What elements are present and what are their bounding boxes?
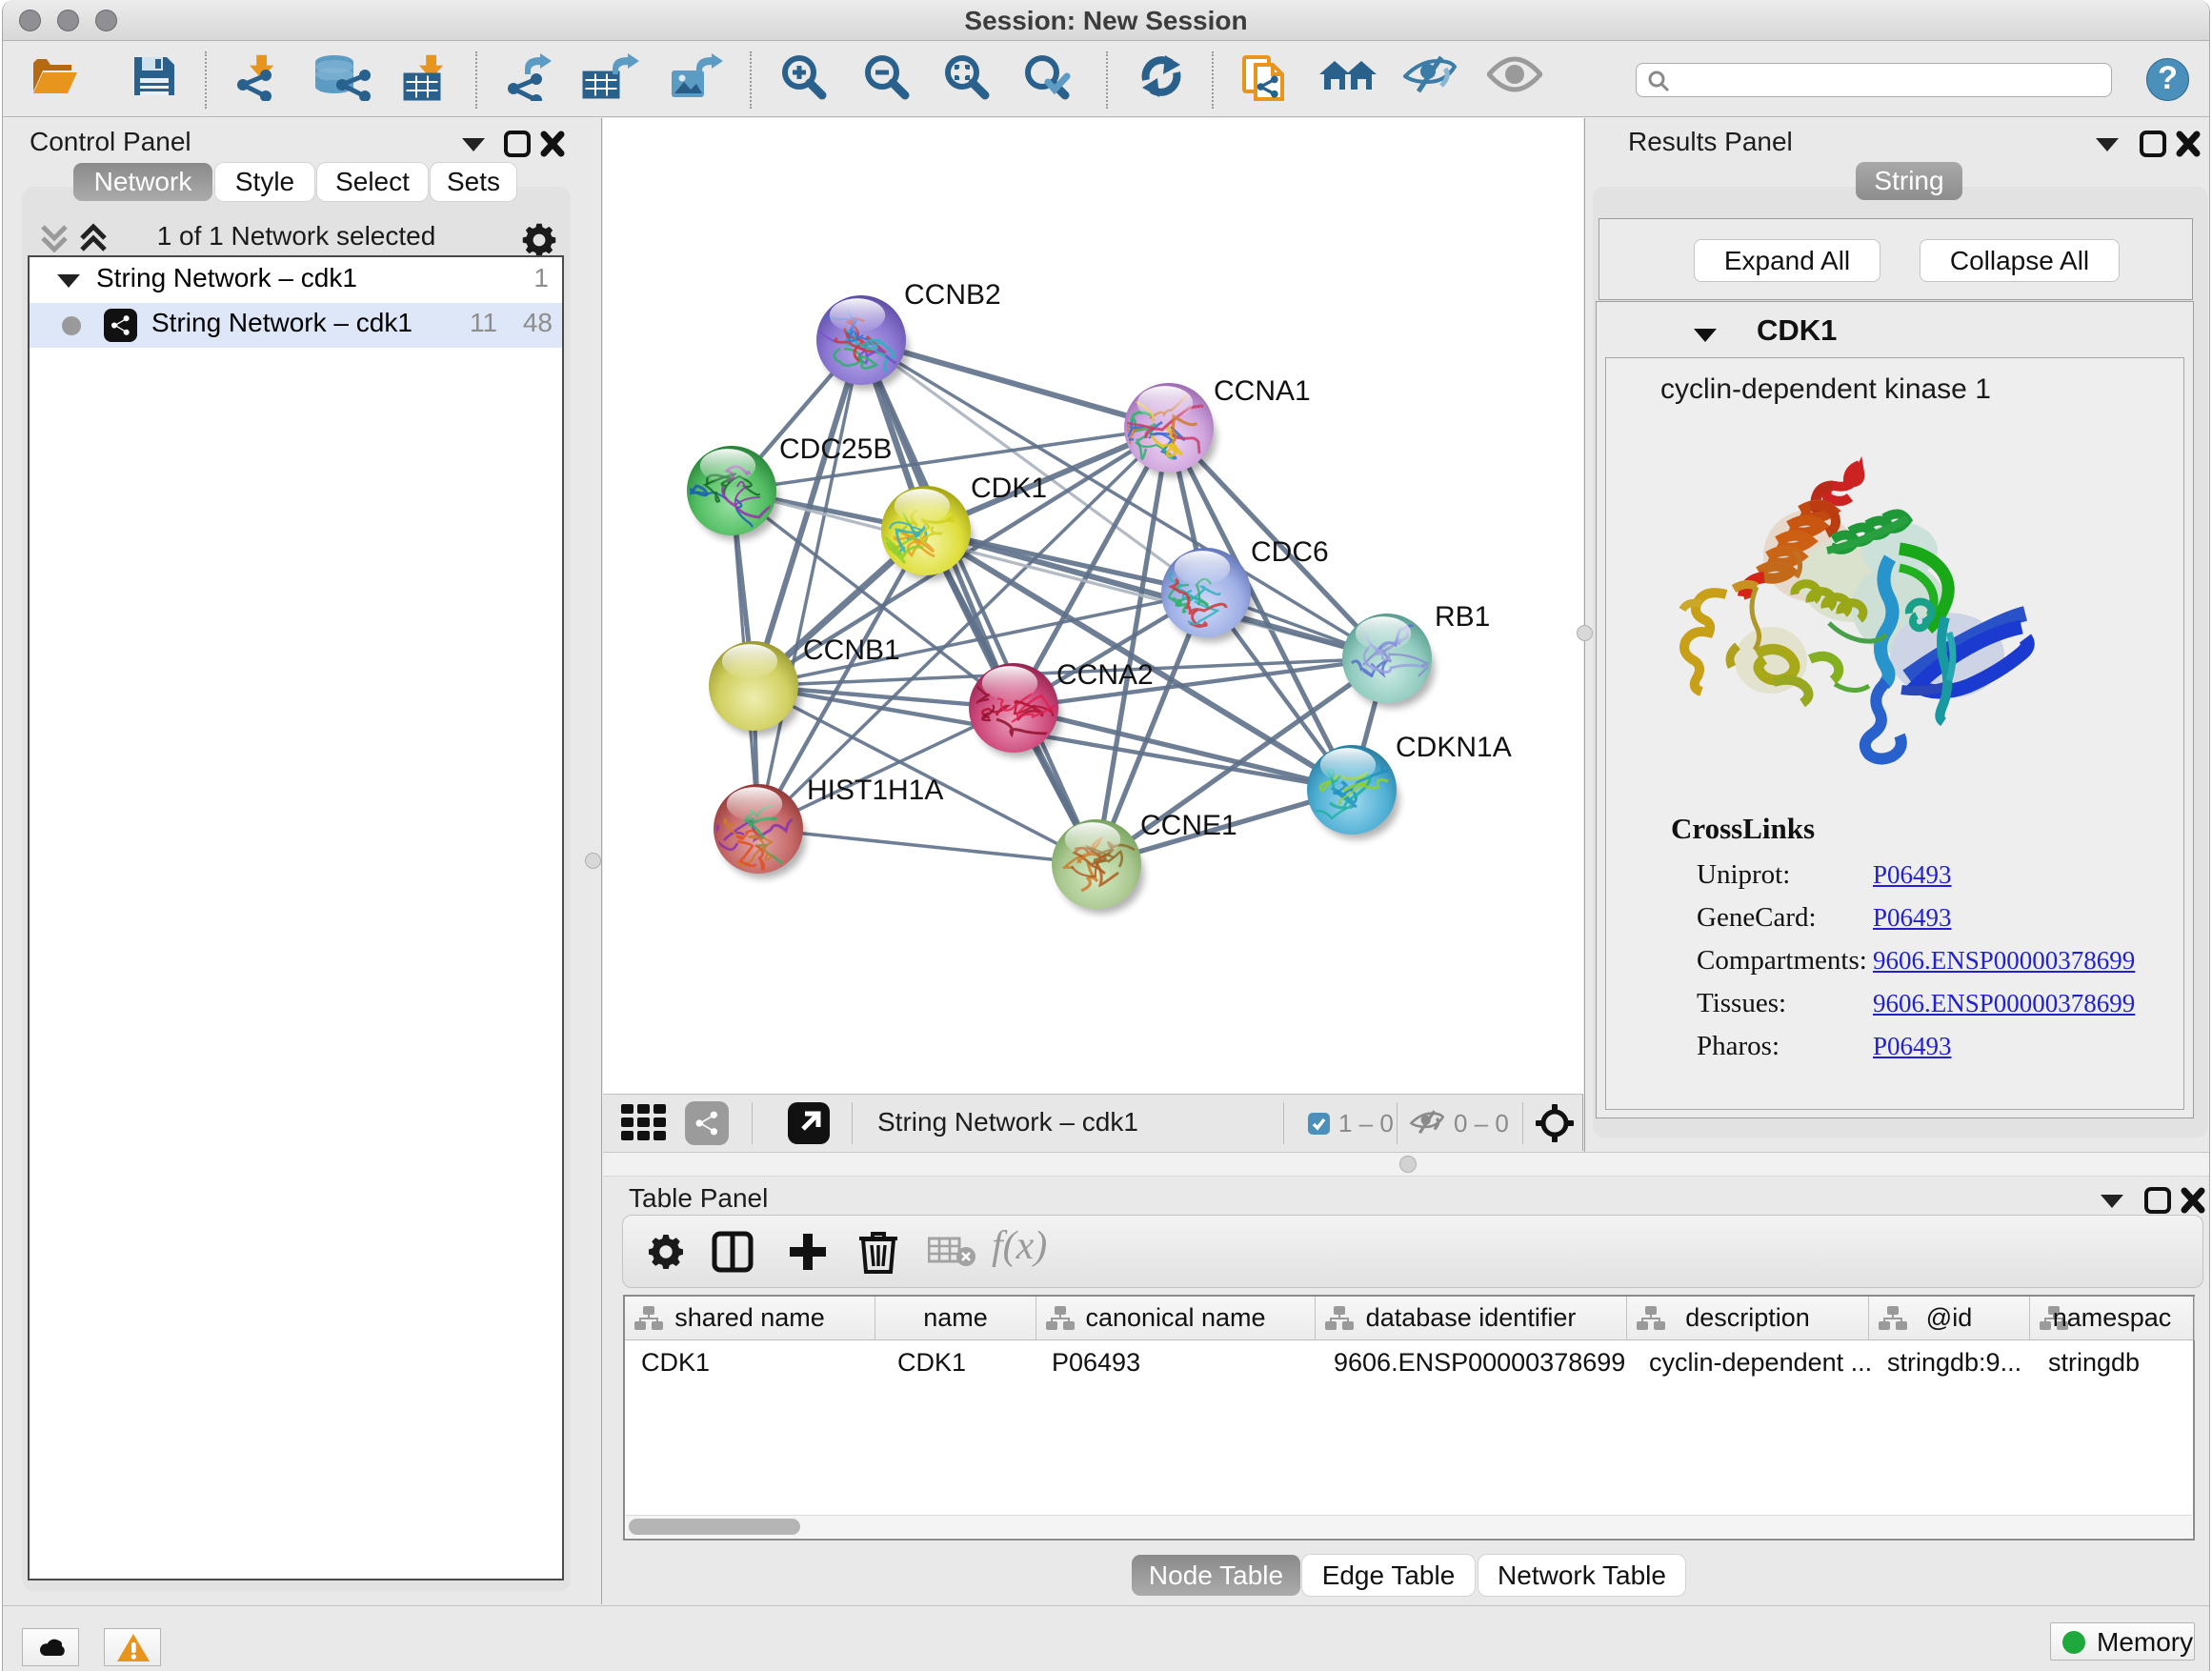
svg-text:CCNB2: CCNB2 <box>904 279 1001 311</box>
svg-text:CCNA2: CCNA2 <box>1056 659 1154 691</box>
svg-text:CDC25B: CDC25B <box>779 433 892 465</box>
svg-text:CDKN1A: CDKN1A <box>1396 732 1512 763</box>
svg-text:CCNE1: CCNE1 <box>1140 810 1237 841</box>
svg-text:CCNA1: CCNA1 <box>1214 375 1311 407</box>
svg-text:HIST1H1A: HIST1H1A <box>807 775 943 806</box>
svg-text:RB1: RB1 <box>1435 601 1490 633</box>
svg-text:CDC6: CDC6 <box>1251 536 1329 568</box>
svg-text:CCNB1: CCNB1 <box>803 634 900 666</box>
svg-text:CDK1: CDK1 <box>971 473 1047 504</box>
